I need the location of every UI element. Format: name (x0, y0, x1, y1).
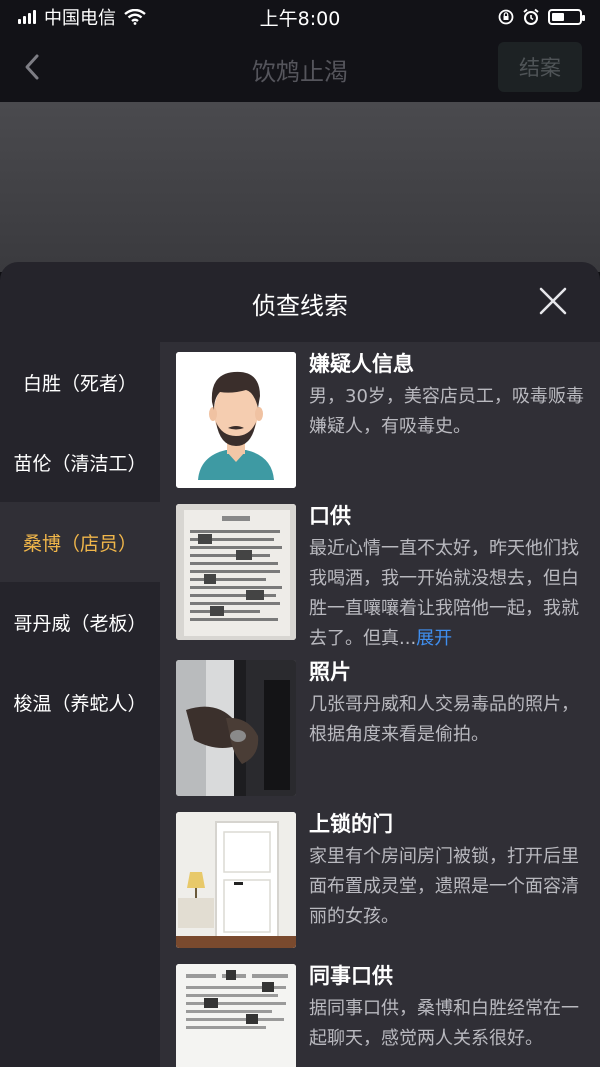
clue-description: 家里有个房间房门被锁，打开后里面布置成灵堂，遗照是一个面容清丽的女孩。 (309, 846, 579, 927)
status-left: 中国电信 (18, 4, 218, 30)
dimmed-background[interactable] (0, 102, 600, 272)
suspect-avatar-image (176, 352, 296, 488)
clue-item[interactable]: 上锁的门 家里有个房间房门被锁，打开后里面布置成灵堂，遗照是一个面容清丽的女孩。 (176, 812, 596, 952)
clue-list: 嫌疑人信息 男，30岁，美容店员工，吸毒贩毒嫌疑人，有吸毒史。 口供 最近心情一… (160, 342, 600, 1067)
character-item-suowen[interactable]: 梭温（养蛇人） (0, 662, 160, 742)
clue-title: 口供 (309, 504, 351, 528)
status-bar: 中国电信 上午8:00 (0, 0, 600, 34)
clue-item[interactable]: 同事口供 据同事口供，桑博和白胜经常在一起聊天，感觉两人关系很好。 (176, 964, 596, 1067)
testimony-document-image (176, 504, 296, 640)
orientation-lock-icon (498, 9, 514, 25)
drug-deal-photo-image (176, 660, 296, 796)
sheet-header: 侦查线索 (0, 262, 600, 342)
clue-title: 照片 (309, 660, 351, 684)
clue-title: 上锁的门 (309, 812, 393, 836)
character-item-miaolun[interactable]: 苗伦（清洁工） (0, 422, 160, 502)
close-case-button[interactable]: 结案 (498, 42, 582, 92)
clue-description: 据同事口供，桑博和白胜经常在一起聊天，感觉两人关系很好。 (309, 998, 579, 1049)
nav-bar: 饮鸩止渴 结案 (0, 34, 600, 102)
alarm-icon (523, 8, 539, 25)
clue-description: 最近心情一直不太好，昨天他们找我喝酒，我一开始就没想去，但白胜一直嚷嚷着让我陪他… (309, 534, 589, 654)
clue-title: 嫌疑人信息 (309, 352, 414, 376)
character-list: 白胜（死者） 苗伦（清洁工） 桑博（店员） 哥丹威（老板） 梭温（养蛇人） (0, 342, 160, 1067)
clue-title: 同事口供 (309, 964, 393, 988)
status-right (382, 8, 585, 26)
close-icon[interactable] (538, 286, 568, 316)
clue-description: 男，30岁，美容店员工，吸毒贩毒嫌疑人，有吸毒史。 (309, 386, 584, 437)
battery-icon (548, 9, 585, 25)
clue-item[interactable]: 嫌疑人信息 男，30岁，美容店员工，吸毒贩毒嫌疑人，有吸毒史。 (176, 352, 596, 492)
character-item-baisheng[interactable]: 白胜（死者） (0, 342, 160, 422)
signal-icon (18, 10, 36, 24)
character-item-sangbo[interactable]: 桑博（店员） (0, 502, 160, 582)
coworker-testimony-document-image (176, 964, 296, 1067)
wifi-icon (124, 9, 146, 25)
sheet-title: 侦查线索 (252, 292, 348, 320)
carrier-label: 中国电信 (44, 8, 116, 29)
expand-link[interactable]: 展开 (416, 628, 452, 649)
locked-door-photo-image (176, 812, 296, 948)
status-time: 上午8:00 (259, 7, 341, 30)
clue-description: 几张哥丹威和人交易毒品的照片，根据角度来看是偷拍。 (309, 694, 579, 745)
character-item-godanwei[interactable]: 哥丹威（老板） (0, 582, 160, 662)
clues-sheet: 侦查线索 白胜（死者） 苗伦（清洁工） 桑博（店员） 哥丹威（老板） 梭温（养蛇… (0, 262, 600, 1067)
clue-item[interactable]: 照片 几张哥丹威和人交易毒品的照片，根据角度来看是偷拍。 (176, 660, 596, 800)
clue-item[interactable]: 口供 最近心情一直不太好，昨天他们找我喝酒，我一开始就没想去，但白胜一直嚷嚷着让… (176, 504, 596, 649)
